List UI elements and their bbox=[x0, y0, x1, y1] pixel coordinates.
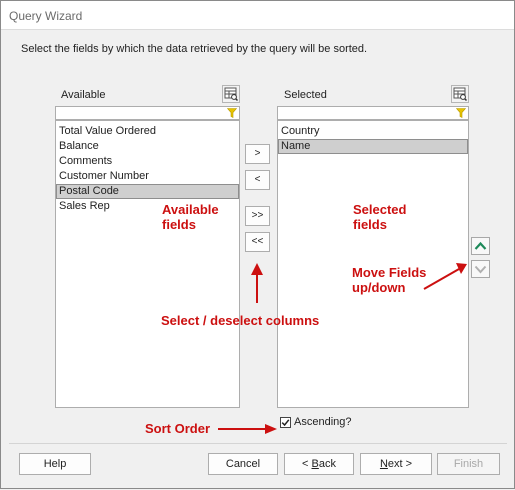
back-accelerator: B bbox=[311, 458, 319, 470]
list-item[interactable]: Balance bbox=[56, 139, 239, 154]
add-all-fields-button[interactable]: >> bbox=[245, 206, 270, 226]
chevron-up-icon bbox=[474, 241, 487, 250]
arrow-head bbox=[251, 263, 263, 275]
selected-filter-input[interactable] bbox=[277, 106, 469, 120]
back-label: ack bbox=[318, 458, 336, 470]
remove-field-button[interactable]: < bbox=[245, 170, 270, 190]
help-button[interactable]: Help bbox=[19, 453, 91, 475]
selected-label: Selected bbox=[284, 89, 327, 101]
annotation-available-fields: Available fields bbox=[162, 202, 219, 232]
selected-options-button[interactable] bbox=[451, 85, 469, 103]
annotation-line: Move Fields bbox=[352, 265, 427, 280]
move-down-button[interactable] bbox=[471, 260, 490, 278]
annotation-line: up/down bbox=[352, 280, 406, 295]
funnel-icon[interactable] bbox=[227, 108, 237, 118]
list-item[interactable]: Comments bbox=[56, 154, 239, 169]
back-prefix: < bbox=[302, 458, 312, 470]
query-wizard-window: Query Wizard Select the fields by which … bbox=[0, 0, 515, 489]
next-accelerator: N bbox=[379, 458, 388, 470]
arrow-head bbox=[265, 424, 277, 434]
available-options-button[interactable] bbox=[222, 85, 240, 103]
next-button[interactable]: Next > bbox=[360, 453, 432, 475]
finish-button[interactable]: Finish bbox=[437, 453, 500, 475]
selected-fields-list[interactable]: Country Name bbox=[277, 120, 469, 408]
table-options-icon bbox=[453, 87, 468, 102]
annotation-line: Selected bbox=[353, 202, 407, 217]
annotation-selected-fields: Selected fields bbox=[353, 202, 406, 232]
footer-divider bbox=[9, 443, 507, 444]
title-bar: Query Wizard bbox=[1, 1, 514, 30]
annotation-line: Available bbox=[162, 202, 219, 217]
checkmark-icon bbox=[281, 419, 290, 427]
back-button[interactable]: < Back bbox=[284, 453, 354, 475]
ascending-checkbox[interactable] bbox=[280, 417, 291, 428]
funnel-icon[interactable] bbox=[456, 108, 466, 118]
annotation-sort-order: Sort Order bbox=[145, 421, 211, 436]
window-title: Query Wizard bbox=[9, 9, 83, 23]
list-item[interactable]: Country bbox=[278, 124, 468, 139]
table-options-icon bbox=[224, 87, 239, 102]
instructions-text: Select the fields by which the data retr… bbox=[21, 43, 368, 55]
available-label: Available bbox=[61, 89, 106, 101]
available-fields-list[interactable]: Total Value Ordered Balance Comments Custom… bbox=[55, 120, 240, 408]
chevron-down-icon bbox=[474, 265, 487, 274]
remove-all-fields-button[interactable]: << bbox=[245, 232, 270, 252]
move-up-button[interactable] bbox=[471, 237, 490, 255]
add-field-button[interactable]: > bbox=[245, 144, 270, 164]
annotation-line: fields bbox=[353, 217, 387, 232]
list-item[interactable]: Name bbox=[278, 139, 468, 154]
annotation-select-deselect: Select / deselect columns bbox=[161, 313, 320, 328]
list-item[interactable]: Customer Number bbox=[56, 169, 239, 184]
list-item[interactable]: Total Value Ordered bbox=[56, 124, 239, 139]
ascending-label: Ascending? bbox=[294, 416, 352, 428]
list-item[interactable]: Postal Code bbox=[56, 184, 239, 199]
available-filter-input[interactable] bbox=[55, 106, 240, 120]
annotation-move-fields: Move Fields up/down bbox=[352, 265, 426, 295]
next-label: ext > bbox=[387, 458, 413, 470]
annotation-line: fields bbox=[162, 217, 196, 232]
cancel-button[interactable]: Cancel bbox=[208, 453, 278, 475]
